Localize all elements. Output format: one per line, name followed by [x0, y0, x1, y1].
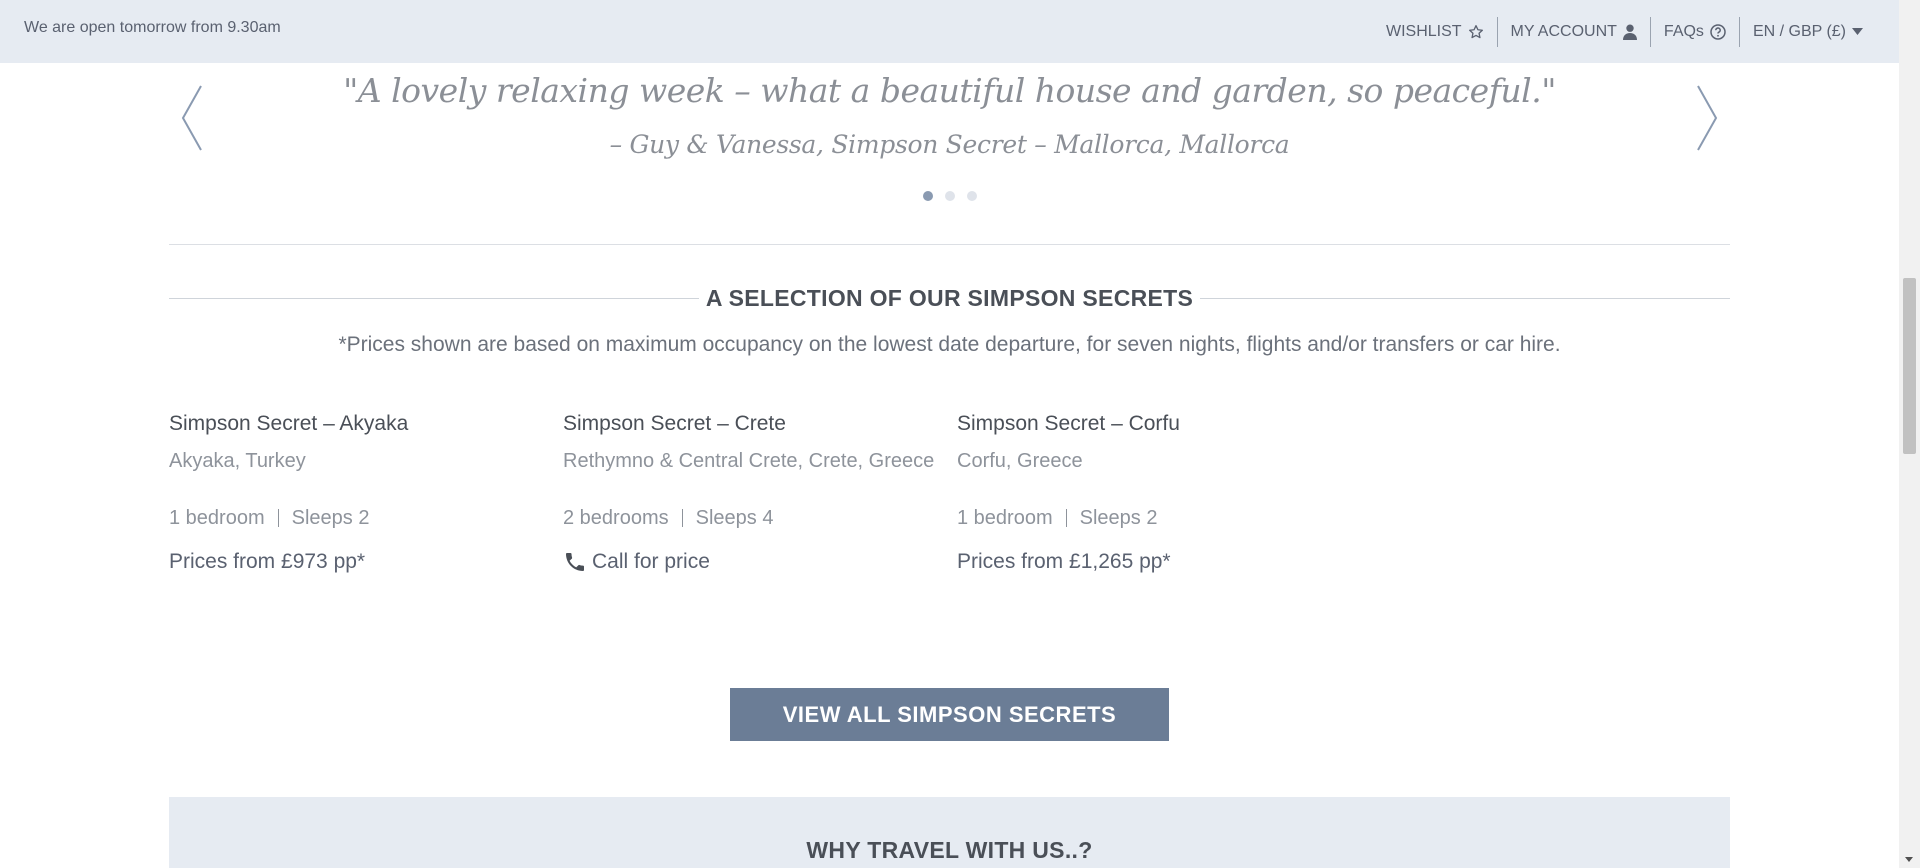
- property-title[interactable]: Simpson Secret – Corfu: [957, 410, 1337, 438]
- property-meta: 2 bedrooms Sleeps 4: [563, 504, 943, 532]
- property-meta: 1 bedroom Sleeps 2: [169, 504, 549, 532]
- faqs-label: FAQs: [1663, 22, 1704, 40]
- testimonial-author: – Guy & Vanessa, Simpson Secret – Mallor…: [609, 130, 1290, 159]
- chevron-right-icon: [1697, 85, 1718, 151]
- property-location: Corfu, Greece: [957, 450, 1083, 472]
- property-card: Simpson Secret – Akyaka Akyaka, Turkey 1…: [169, 410, 549, 576]
- locale-label: EN / GBP (£): [1752, 22, 1846, 40]
- property-bedrooms: 2 bedrooms: [563, 507, 669, 529]
- property-meta: 1 bedroom Sleeps 2: [957, 504, 1337, 532]
- testimonial-quote: "A lovely relaxing week – what a beautif…: [343, 71, 1556, 110]
- page-scrollbar[interactable]: [1899, 0, 1920, 868]
- property-price-text: Call for price: [592, 550, 710, 573]
- carousel-dot-1[interactable]: [922, 191, 933, 201]
- property-location: Akyaka, Turkey: [169, 450, 306, 472]
- my-account-label: MY ACCOUNT: [1510, 22, 1617, 40]
- property-price-text: Prices from £1,265 pp*: [957, 550, 1171, 573]
- property-sleeps: Sleeps 2: [291, 507, 370, 529]
- property-card: Simpson Secret – Crete Rethymno & Centra…: [563, 410, 943, 576]
- view-all-button[interactable]: VIEW ALL SIMPSON SECRETS: [730, 688, 1169, 741]
- property-bedrooms: 1 bedroom: [169, 507, 265, 529]
- star-icon: [1468, 24, 1484, 40]
- section-heading: A SELECTION OF OUR SIMPSON SECRETS: [169, 283, 1730, 313]
- property-card: Simpson Secret – Corfu Corfu, Greece 1 b…: [957, 410, 1337, 576]
- help-circle-icon: [1710, 23, 1726, 40]
- price-note: *Prices shown are based on maximum occup…: [338, 333, 1561, 356]
- property-price: Prices from £973 pp*: [169, 548, 549, 576]
- carousel-dot-3[interactable]: [966, 191, 977, 201]
- phone-icon: [563, 550, 587, 574]
- property-bedrooms: 1 bedroom: [957, 507, 1053, 529]
- why-travel-section: WHY TRAVEL WITH US..?: [169, 797, 1730, 868]
- why-travel-title: WHY TRAVEL WITH US..?: [806, 837, 1093, 863]
- caret-down-icon: [1852, 27, 1863, 36]
- faqs-link[interactable]: FAQs: [1649, 16, 1739, 47]
- heading-rule-right: [1200, 298, 1730, 299]
- wishlist-link[interactable]: WISHLIST: [1373, 17, 1497, 47]
- user-icon: [1622, 24, 1637, 40]
- top-bar: We are open tomorrow from 9.30am WISHLIS…: [0, 0, 1899, 63]
- wishlist-label: WISHLIST: [1385, 22, 1462, 40]
- testimonial-carousel: "A lovely relaxing week – what a beautif…: [169, 63, 1730, 245]
- my-account-link[interactable]: MY ACCOUNT: [1496, 16, 1650, 47]
- meta-separator: [681, 509, 683, 527]
- property-sleeps: Sleeps 2: [1079, 507, 1158, 529]
- section-divider: [169, 244, 1730, 245]
- carousel-next-button[interactable]: [1692, 83, 1722, 153]
- scroll-down-icon[interactable]: [1905, 857, 1913, 862]
- property-sleeps: Sleeps 4: [695, 507, 774, 529]
- opening-hours-text: We are open tomorrow from 9.30am: [24, 19, 281, 36]
- carousel-dots: [169, 191, 1730, 201]
- top-nav: WISHLIST MY ACCOUNT FAQs EN / GBP (£): [1373, 0, 1876, 63]
- meta-separator: [277, 509, 279, 527]
- meta-separator: [1065, 509, 1067, 527]
- property-price-text: Prices from £973 pp*: [169, 550, 366, 573]
- scrollbar-thumb[interactable]: [1903, 278, 1916, 454]
- carousel-dot-2[interactable]: [944, 191, 955, 201]
- property-price: Prices from £1,265 pp*: [957, 548, 1337, 576]
- locale-selector[interactable]: EN / GBP (£): [1738, 16, 1876, 47]
- property-title[interactable]: Simpson Secret – Crete: [563, 410, 943, 438]
- property-price[interactable]: Call for price: [563, 548, 943, 576]
- property-title[interactable]: Simpson Secret – Akyaka: [169, 410, 549, 438]
- property-location: Rethymno & Central Crete, Crete, Greece: [563, 450, 935, 472]
